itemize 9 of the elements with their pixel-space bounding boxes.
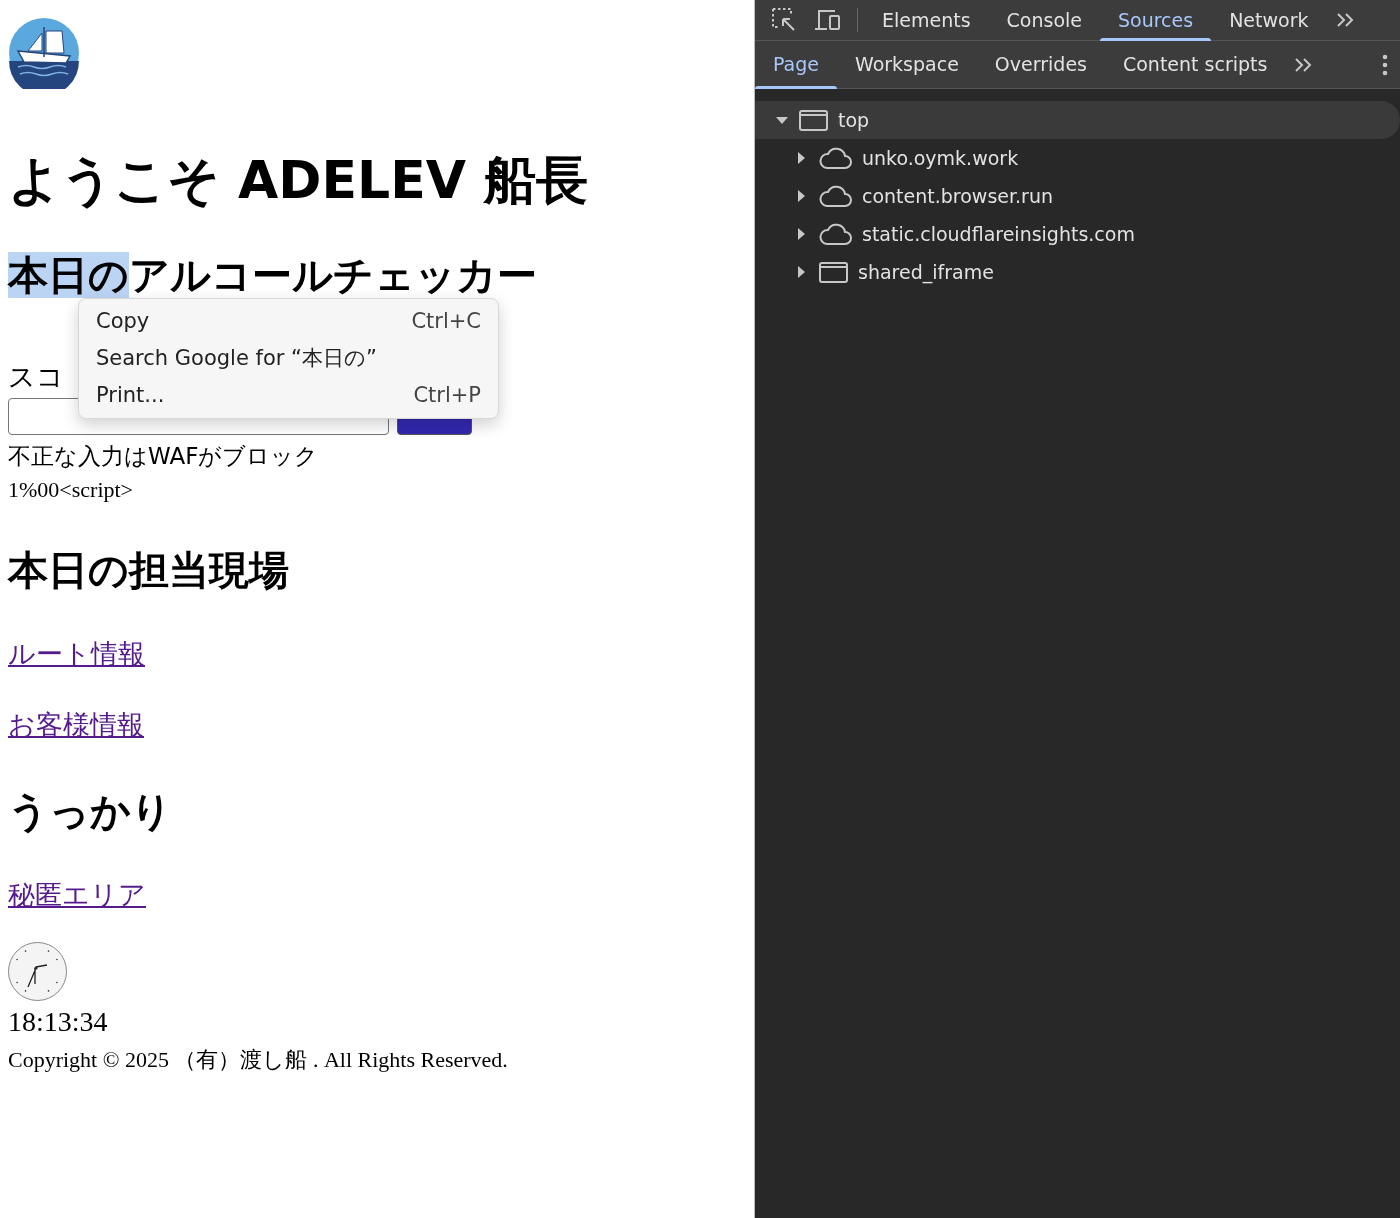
output-text: 1%00<script> [8, 477, 134, 503]
section-heading: うっかり [8, 789, 172, 834]
score-label: スコ [8, 360, 64, 395]
clock-time: 18:13:34 [8, 1005, 108, 1037]
section-heading: 本日の担当現場 [8, 548, 289, 593]
page-title: ようこそ ADELEV 船長 [8, 149, 590, 212]
section-heading: 本日のアルコールチェッカー [8, 253, 537, 298]
note-text: 不正な入力はWAFがブロック [8, 441, 319, 471]
copyright-text: Copyright © 2025 （有）渡し船 . All Rights Reserved. [8, 1046, 508, 1072]
